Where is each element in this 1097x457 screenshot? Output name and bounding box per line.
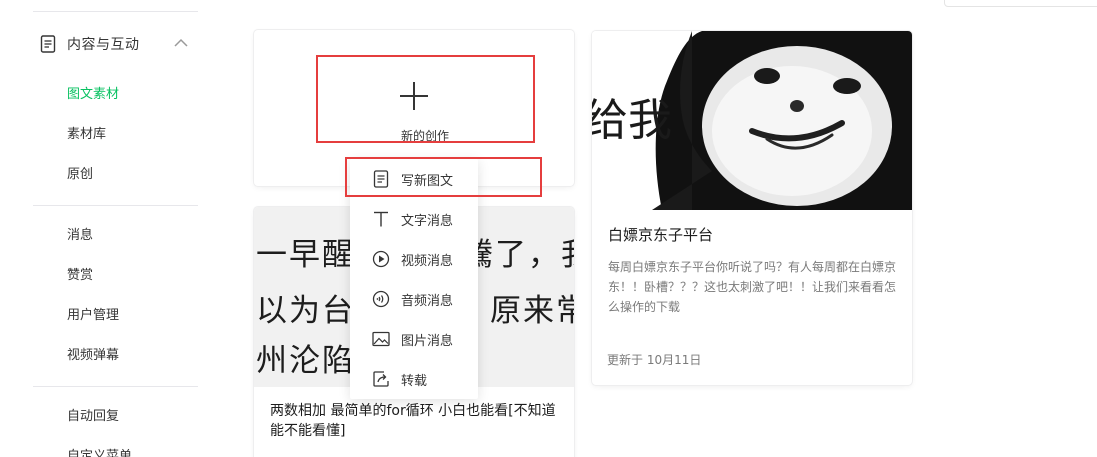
menu-item-label: 文字消息 <box>401 213 454 229</box>
sidebar-section-content-interaction[interactable]: 内容与互动 <box>40 32 198 56</box>
menu-item-label: 图片消息 <box>401 333 454 349</box>
sidebar-item-rewards[interactable]: 赞赏 <box>67 267 93 285</box>
chevron-up-icon[interactable] <box>173 37 189 49</box>
document-icon <box>40 35 56 53</box>
menu-item-image-message[interactable]: 图片消息 <box>350 319 478 359</box>
sidebar-item-auto-reply[interactable]: 自动回复 <box>67 408 119 426</box>
article-cover-image: 给我 <box>592 31 912 210</box>
sidebar-divider <box>33 386 198 387</box>
cover-text-line-2: 騰了，我 <box>462 237 574 273</box>
highlight-box-new-creation <box>316 55 535 143</box>
repost-icon <box>373 371 389 387</box>
highlight-box-write-new-article <box>345 157 542 197</box>
sidebar-item-image-text-material[interactable]: 图文素材 <box>67 86 119 104</box>
sidebar-section-title: 内容与互动 <box>67 37 140 53</box>
image-icon <box>372 331 390 347</box>
sidebar-item-messages[interactable]: 消息 <box>67 227 93 245</box>
article-title[interactable]: 两数相加 最简单的for循环 小白也能看[不知道能不能看懂] <box>270 401 565 441</box>
play-circle-icon <box>372 250 390 268</box>
sidebar-divider <box>33 11 198 12</box>
top-right-search-box[interactable] <box>944 0 1097 7</box>
page: 内容与互动 图文素材 素材库 原创 消息 赞赏 用户管理 视频弹幕 自动回复 自… <box>0 0 1097 457</box>
cover-text-line-4: 原来常 <box>490 293 574 329</box>
audio-icon <box>372 290 390 308</box>
menu-item-label: 转载 <box>401 373 428 389</box>
menu-item-repost[interactable]: 转载 <box>350 359 478 399</box>
sidebar-item-material-library[interactable]: 素材库 <box>67 126 106 144</box>
sidebar-item-video-danmaku[interactable]: 视频弹幕 <box>67 347 119 365</box>
article-description: 每周白嫖京东子平台你听说了吗？有人每周都在白嫖京东！！卧槽？？？这也太刺激了吧！… <box>608 260 897 314</box>
sidebar-item-original[interactable]: 原创 <box>67 166 93 184</box>
menu-item-audio-message[interactable]: 音频消息 <box>350 279 478 319</box>
sidebar-divider <box>33 205 198 206</box>
article-title[interactable]: 白嫖京东子平台 <box>608 224 713 245</box>
menu-item-video-message[interactable]: 视频消息 <box>350 239 478 279</box>
menu-item-label: 视频消息 <box>401 253 454 269</box>
cover-text: 给我 <box>592 95 672 146</box>
sidebar-item-user-management[interactable]: 用户管理 <box>67 307 119 325</box>
text-icon <box>374 211 388 227</box>
menu-item-text-message[interactable]: 文字消息 <box>350 199 478 239</box>
article-card[interactable]: 给我 白嫖京东子平台 每周白嫖京东子平台你听说了吗？有人每周都在白嫖京东！！卧槽… <box>592 31 912 385</box>
article-updated-time: 更新于 10月11日 <box>607 353 702 367</box>
menu-item-label: 音频消息 <box>401 293 454 309</box>
sidebar-item-custom-menu[interactable]: 自定义菜单 <box>67 448 132 457</box>
